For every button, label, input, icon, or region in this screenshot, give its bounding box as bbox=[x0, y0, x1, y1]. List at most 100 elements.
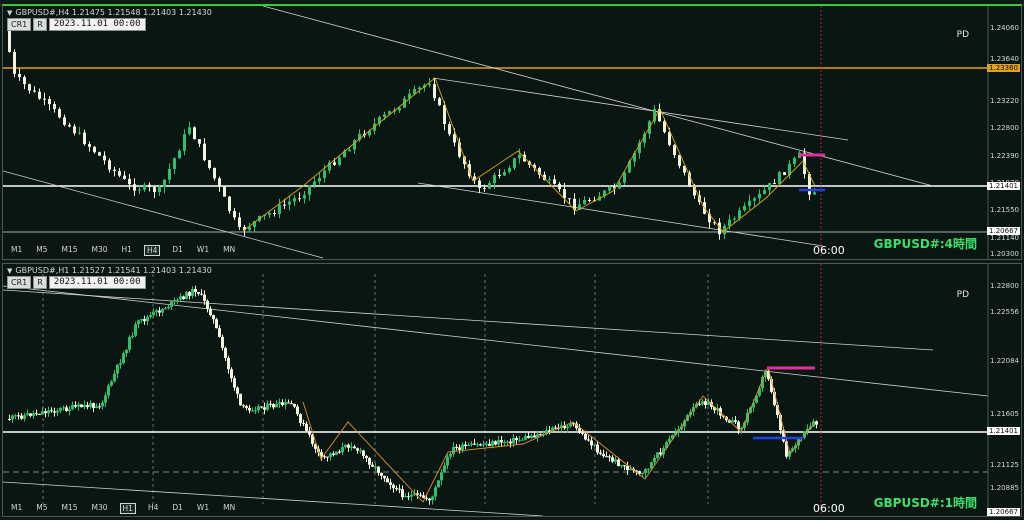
timeframe-m30[interactable]: M30 bbox=[90, 245, 110, 256]
candle-body bbox=[63, 117, 66, 125]
candle-body bbox=[503, 172, 506, 176]
candle-body bbox=[206, 300, 209, 309]
candle-body bbox=[455, 446, 458, 448]
candle-body bbox=[763, 190, 766, 194]
timeframe-m1[interactable]: M1 bbox=[9, 503, 24, 514]
timeframe-m30[interactable]: M30 bbox=[90, 503, 110, 514]
candle-body bbox=[633, 153, 636, 162]
candle-body bbox=[548, 430, 551, 432]
candle-body bbox=[578, 428, 581, 433]
candle-body bbox=[134, 324, 137, 336]
date-box[interactable]: 2023.11.01 00:00 bbox=[48, 18, 146, 31]
timeframe-m5[interactable]: M5 bbox=[34, 245, 49, 256]
candle-body bbox=[65, 407, 68, 411]
collapse-icon[interactable]: ▼ bbox=[7, 9, 12, 17]
candle-body bbox=[137, 320, 140, 325]
candle-body bbox=[512, 438, 515, 444]
timeframe-d1[interactable]: D1 bbox=[170, 503, 185, 514]
cr1-button[interactable]: CR1 bbox=[7, 18, 32, 31]
candle-body bbox=[437, 480, 440, 488]
collapse-icon[interactable]: ▼ bbox=[7, 267, 12, 275]
candle-body bbox=[88, 144, 91, 147]
candle-body bbox=[239, 393, 242, 406]
candle-body bbox=[668, 438, 671, 443]
h1-chart-canvas[interactable] bbox=[3, 264, 1021, 516]
candle-body bbox=[89, 403, 92, 407]
date-box[interactable]: 2023.11.01 00:00 bbox=[48, 276, 146, 289]
candle-body bbox=[584, 433, 587, 440]
timeframe-h1[interactable]: H1 bbox=[119, 503, 136, 514]
timeframe-mn[interactable]: MN bbox=[221, 245, 237, 256]
candle-body bbox=[508, 167, 511, 173]
candle-body bbox=[155, 310, 158, 313]
timeframe-mn[interactable]: MN bbox=[221, 503, 237, 514]
candle-body bbox=[401, 489, 404, 498]
candle-body bbox=[734, 420, 737, 422]
candle-body bbox=[728, 219, 731, 226]
candle-body bbox=[678, 155, 681, 166]
candle-body bbox=[731, 420, 734, 423]
candle-body bbox=[29, 413, 32, 416]
h4-chart-pane[interactable]: ▼ GBPUSD#,H4 1.21475 1.21548 1.21403 1.21… bbox=[2, 4, 1022, 260]
candle-body bbox=[491, 441, 494, 446]
candle-body bbox=[506, 441, 509, 443]
price-tick: 1.22390 bbox=[990, 152, 1019, 160]
timeframe-m1[interactable]: M1 bbox=[9, 245, 24, 256]
timeframe-h4[interactable]: H4 bbox=[143, 245, 161, 256]
candle-body bbox=[164, 308, 167, 310]
timeframe-m15[interactable]: M15 bbox=[60, 245, 80, 256]
timeframe-h4[interactable]: H4 bbox=[146, 503, 160, 514]
candle-body bbox=[228, 196, 231, 211]
candle-body bbox=[392, 484, 395, 489]
candle-body bbox=[493, 175, 496, 184]
h1-title: ▼ GBPUSD#,H1 1.21527 1.21541 1.21403 1.21… bbox=[7, 266, 212, 275]
candle-body bbox=[183, 134, 186, 151]
candle-body bbox=[191, 289, 194, 296]
cr1-button[interactable]: CR1 bbox=[7, 276, 32, 289]
h4-chart-canvas[interactable] bbox=[3, 6, 1021, 260]
candle-body bbox=[208, 160, 211, 168]
candle-body bbox=[623, 172, 626, 183]
h1-chart-pane[interactable]: ▼ GBPUSD#,H1 1.21527 1.21541 1.21403 1.21… bbox=[2, 263, 1022, 517]
candle-body bbox=[470, 443, 473, 445]
candle-body bbox=[17, 415, 20, 417]
candle-body bbox=[48, 99, 51, 105]
timeframe-w1[interactable]: W1 bbox=[195, 503, 211, 514]
candle-body bbox=[146, 316, 149, 322]
candle-body bbox=[563, 189, 566, 199]
candle-body bbox=[644, 469, 647, 473]
candle-body bbox=[428, 84, 431, 86]
pd-label: PD bbox=[956, 290, 969, 300]
candle-body bbox=[434, 487, 437, 497]
trendline bbox=[3, 285, 989, 397]
candle-body bbox=[223, 186, 226, 197]
candle-body bbox=[221, 336, 224, 349]
r-button[interactable]: R bbox=[33, 276, 47, 289]
candle-body bbox=[170, 301, 173, 307]
candle-body bbox=[614, 459, 617, 462]
price-tick: 1.22800 bbox=[990, 282, 1019, 290]
candle-body bbox=[13, 51, 16, 74]
r-button[interactable]: R bbox=[33, 18, 47, 31]
candle-body bbox=[233, 378, 236, 388]
candle-body bbox=[377, 466, 380, 473]
candle-body bbox=[133, 184, 136, 191]
candle-body bbox=[213, 167, 216, 179]
candle-body bbox=[119, 363, 122, 365]
candle-body bbox=[32, 413, 35, 416]
candle-body bbox=[338, 157, 341, 165]
timeframe-w1[interactable]: W1 bbox=[195, 245, 211, 256]
timeframe-h1[interactable]: H1 bbox=[120, 245, 134, 256]
candle-body bbox=[503, 442, 506, 444]
candle-body bbox=[293, 198, 296, 202]
candle-body bbox=[753, 198, 756, 201]
candle-body bbox=[113, 373, 116, 382]
timeframe-m5[interactable]: M5 bbox=[34, 503, 49, 514]
price-tag-current: 1.21401 bbox=[987, 427, 1020, 435]
candle-body bbox=[28, 84, 31, 91]
timeframe-m15[interactable]: M15 bbox=[60, 503, 80, 514]
candle-body bbox=[813, 192, 816, 195]
candle-body bbox=[566, 426, 569, 429]
timeframe-d1[interactable]: D1 bbox=[170, 245, 185, 256]
candle-body bbox=[113, 169, 116, 171]
